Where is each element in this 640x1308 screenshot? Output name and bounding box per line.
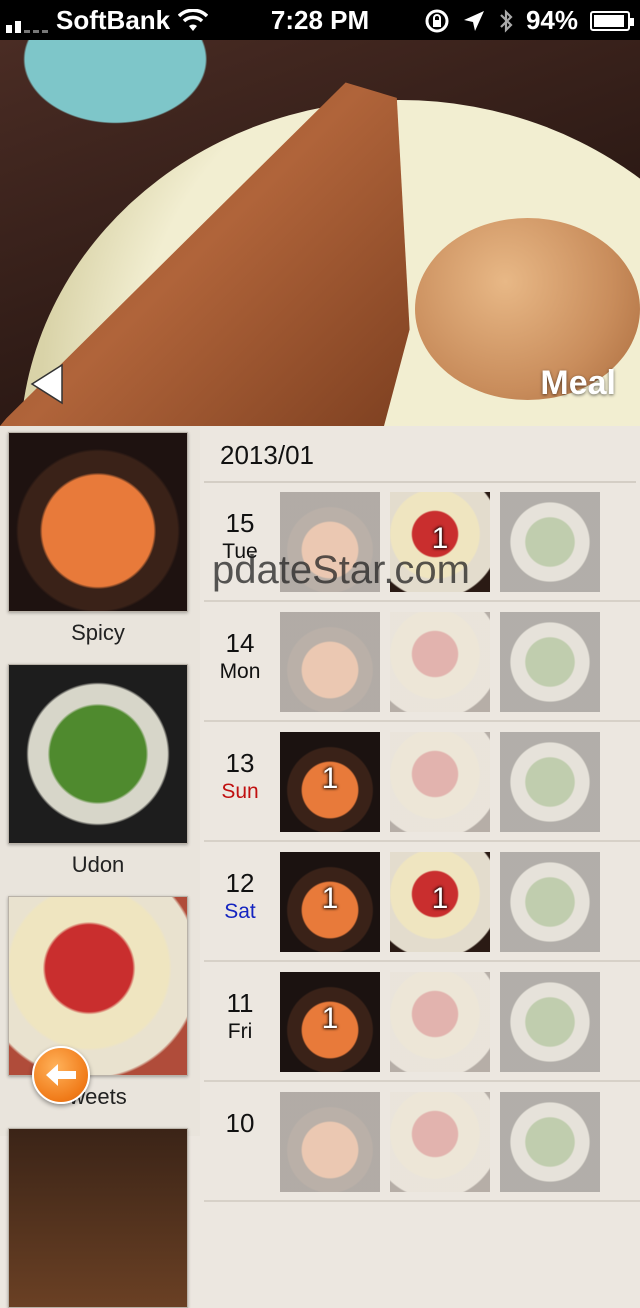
day-number: 12: [225, 868, 255, 898]
status-bar: SoftBank 7:28 PM 94%: [0, 0, 640, 40]
header-photo: Meal: [0, 40, 640, 426]
meal-cell-udon[interactable]: [500, 492, 600, 592]
meal-cell-sweets[interactable]: [390, 732, 490, 832]
category-next[interactable]: [8, 1128, 188, 1308]
rotation-lock-icon: [425, 9, 449, 32]
month-header: 2013/01: [220, 440, 314, 470]
meal-photo: [280, 492, 380, 592]
category-thumbnail: [8, 896, 188, 1076]
meal-photo: [280, 1092, 380, 1192]
battery-icon: [590, 10, 634, 31]
status-right: 94%: [424, 5, 634, 36]
meal-cell-sweets[interactable]: 1: [390, 852, 490, 952]
meal-photo: [390, 612, 490, 712]
meal-photo: [500, 492, 600, 592]
meal-count: 1: [431, 882, 449, 915]
meal-cell-udon[interactable]: [500, 732, 600, 832]
bluetooth-icon: [500, 8, 513, 33]
meal-cell-udon[interactable]: [500, 1092, 600, 1192]
page-title: Meal: [540, 364, 616, 402]
meal-count: 1: [431, 522, 449, 555]
category-thumbnail: [8, 432, 188, 612]
meal-cell-udon[interactable]: [500, 972, 600, 1072]
day-row: 14 Mon: [204, 602, 640, 722]
meal-photo: [390, 972, 490, 1072]
meal-photo: [500, 1092, 600, 1192]
day-row: 15 Tue 1: [204, 482, 640, 602]
day-row: 13 Sun 1: [204, 722, 640, 842]
meal-photo: [500, 612, 600, 712]
meal-photo: [500, 972, 600, 1072]
meal-cell-ramen[interactable]: 1: [280, 972, 380, 1072]
day-number: 11: [226, 988, 254, 1018]
day-number: 14: [225, 628, 255, 658]
meal-photo: [500, 732, 600, 832]
category-label: Spicy: [71, 620, 125, 645]
meal-cell-udon[interactable]: [500, 852, 600, 952]
back-fab-button[interactable]: [32, 1046, 90, 1104]
back-button[interactable]: [28, 362, 68, 406]
meal-cell-ramen[interactable]: [280, 612, 380, 712]
day-row: 11 Fri 1: [204, 962, 640, 1082]
meal-count: 1: [321, 762, 339, 795]
day-weekday: Mon: [219, 660, 261, 683]
category-spicy[interactable]: Spicy: [8, 432, 188, 646]
day-weekday: Sat: [224, 900, 256, 923]
meal-cell-ramen[interactable]: [280, 1092, 380, 1192]
arrow-left-icon: [46, 1064, 76, 1086]
back-triangle-icon: [30, 363, 63, 405]
meal-cell-sweets[interactable]: [390, 972, 490, 1072]
day-number: 10: [225, 1108, 255, 1138]
category-thumbnail: [8, 1128, 188, 1308]
meal-cell-ramen[interactable]: 1: [280, 852, 380, 952]
meal-count: 1: [321, 1002, 339, 1035]
day-row: 12 Sat 1 1: [204, 842, 640, 962]
day-number: 13: [225, 748, 255, 778]
meal-photo: [500, 852, 600, 952]
meal-photo: [390, 1092, 490, 1192]
meal-cell-ramen[interactable]: [280, 492, 380, 592]
meal-photo: [390, 732, 490, 832]
meal-cell-sweets[interactable]: 1: [390, 492, 490, 592]
category-thumbnail: [8, 664, 188, 844]
category-label: Udon: [71, 852, 125, 877]
meal-cell-ramen[interactable]: 1: [280, 732, 380, 832]
meal-cell-sweets[interactable]: [390, 612, 490, 712]
category-column: Spicy Udon weets: [0, 426, 200, 1308]
day-number: 15: [225, 508, 255, 538]
location-icon: [463, 10, 484, 31]
divider: [204, 1200, 640, 1202]
meal-count: 1: [321, 882, 339, 915]
day-weekday: Fri: [227, 1020, 253, 1043]
day-weekday: Sun: [221, 780, 259, 803]
meal-cell-udon[interactable]: [500, 612, 600, 712]
battery-percent: 94%: [525, 5, 578, 35]
meal-cell-sweets[interactable]: [390, 1092, 490, 1192]
category-udon[interactable]: Udon: [8, 664, 188, 878]
day-weekday: Tue: [222, 540, 258, 563]
meal-photo: [280, 612, 380, 712]
day-row: 10: [204, 1082, 640, 1202]
